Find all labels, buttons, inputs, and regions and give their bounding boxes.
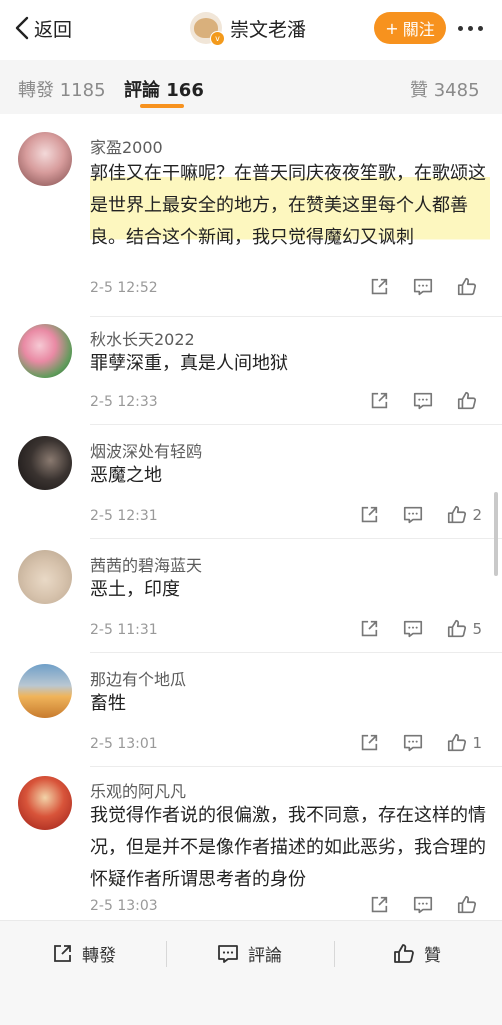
reply-button[interactable] — [412, 390, 434, 412]
active-tab-indicator — [140, 104, 184, 108]
bottom-like-label: 贊 — [424, 946, 441, 966]
reply-button[interactable] — [412, 894, 434, 916]
thumbs-up-icon — [457, 277, 477, 296]
verified-badge-icon: v — [210, 31, 225, 46]
avatar[interactable] — [18, 324, 72, 378]
reply-button[interactable] — [402, 504, 424, 526]
comment-author[interactable]: 茜茜的碧海蓝天 — [90, 552, 202, 576]
thumbs-up-icon — [448, 619, 467, 638]
comment-text: 郭佳又在干嘛呢？在普天同庆夜夜笙歌，在歌颂这是世界上最安全的地方，在赞美这里每个… — [90, 158, 490, 254]
comment-text: 罪孽深重，真是人间地狱 — [90, 353, 288, 374]
comment-icon — [404, 506, 423, 524]
comment-icon — [218, 944, 238, 963]
comment-author[interactable]: 那边有个地瓜 — [90, 666, 186, 690]
divider — [334, 941, 335, 967]
comment-time: 2-5 11:31 — [90, 622, 158, 638]
tab-comments[interactable]: 評論 166 — [124, 76, 204, 102]
share-icon — [362, 506, 378, 523]
back-button[interactable]: 返回 — [14, 14, 72, 42]
tab-bar: 轉發 1185 評論 166 贊 3485 — [0, 60, 502, 114]
like-count: 2 — [472, 506, 482, 524]
thumbs-up-icon — [457, 895, 477, 914]
avatar[interactable] — [18, 436, 72, 490]
plus-icon: + — [385, 18, 399, 38]
page-title: 崇文老潘 — [230, 18, 307, 41]
comment-time: 2-5 13:01 — [90, 736, 158, 752]
follow-button[interactable]: + 關注 — [374, 12, 446, 44]
like-button[interactable]: 5 — [446, 618, 482, 640]
scrollbar[interactable] — [494, 492, 498, 576]
share-icon — [371, 278, 388, 295]
comment-icon — [404, 734, 423, 752]
thumbs-up-icon — [394, 943, 414, 963]
comment-icon — [413, 392, 433, 410]
comment-time: 2-5 12:33 — [90, 394, 158, 410]
back-label: 返回 — [34, 18, 73, 41]
like-button[interactable] — [456, 276, 482, 298]
bottom-comment-button[interactable]: 評論 — [216, 941, 282, 966]
like-button[interactable] — [456, 390, 482, 412]
comment-icon — [413, 896, 433, 914]
divider — [90, 424, 502, 425]
share-icon — [54, 944, 71, 962]
thumbs-up-icon — [448, 733, 467, 752]
title-area[interactable]: v 崇文老潘 — [190, 12, 307, 46]
reply-button[interactable] — [412, 276, 434, 298]
divider — [166, 941, 167, 967]
bottom-action-bar: 轉發 評論 贊 — [0, 920, 502, 1025]
comment-time: 2-5 12:52 — [90, 280, 158, 296]
comment-time: 2-5 12:31 — [90, 508, 158, 524]
avatar: v — [190, 12, 225, 46]
bottom-repost-button[interactable]: 轉發 — [50, 941, 116, 966]
like-count: 5 — [472, 620, 482, 638]
comment-text: 畜牲 — [90, 693, 126, 714]
like-button[interactable]: 1 — [446, 732, 482, 754]
reply-button[interactable] — [402, 732, 424, 754]
repost-button[interactable] — [358, 618, 380, 640]
divider — [90, 538, 502, 539]
avatar[interactable] — [18, 550, 72, 604]
tab-likes[interactable]: 贊 3485 — [410, 76, 480, 102]
share-icon — [362, 734, 378, 751]
share-icon — [371, 392, 388, 409]
divider — [90, 766, 502, 767]
avatar[interactable] — [18, 776, 72, 830]
avatar[interactable] — [18, 132, 72, 186]
comment-author[interactable]: 家盈2000 — [90, 134, 163, 158]
thumbs-up-icon — [448, 505, 467, 524]
comment-icon — [413, 278, 433, 296]
comment-author[interactable]: 烟波深处有轻鸥 — [90, 438, 202, 462]
reply-button[interactable] — [402, 618, 424, 640]
repost-button[interactable] — [368, 894, 390, 916]
repost-button[interactable] — [358, 504, 380, 526]
repost-button[interactable] — [368, 276, 390, 298]
more-dots-icon[interactable] — [452, 16, 488, 40]
like-count: 1 — [472, 734, 482, 752]
comment-icon — [404, 620, 423, 638]
bottom-like-button[interactable]: 贊 — [392, 941, 441, 966]
repost-button[interactable] — [358, 732, 380, 754]
repost-button[interactable] — [368, 390, 390, 412]
comment-text: 我觉得作者说的很偏激，我不同意，存在这样的情况，但是并不是像作者描述的如此恶劣，… — [90, 805, 486, 890]
comment-author[interactable]: 秋水长天2022 — [90, 326, 195, 350]
tab-repost[interactable]: 轉發 1185 — [18, 76, 106, 102]
comment-time: 2-5 13:03 — [90, 898, 158, 914]
bottom-repost-label: 轉發 — [82, 946, 116, 966]
follow-label: 關注 — [402, 20, 435, 39]
top-bar: 返回 v 崇文老潘 + 關注 — [0, 0, 502, 56]
comment-text: 恶魔之地 — [90, 465, 162, 486]
share-icon — [362, 620, 378, 637]
divider — [90, 316, 502, 317]
like-button[interactable]: 2 — [446, 504, 482, 526]
divider — [90, 652, 502, 653]
comment-text: 恶土，印度 — [90, 579, 180, 600]
share-icon — [371, 896, 388, 913]
like-button[interactable] — [456, 894, 482, 916]
chevron-left-icon — [15, 16, 29, 40]
thumbs-up-icon — [457, 391, 477, 410]
bottom-comment-label: 評論 — [248, 946, 282, 966]
avatar[interactable] — [18, 664, 72, 718]
comment-author[interactable]: 乐观的阿凡凡 — [90, 778, 186, 802]
